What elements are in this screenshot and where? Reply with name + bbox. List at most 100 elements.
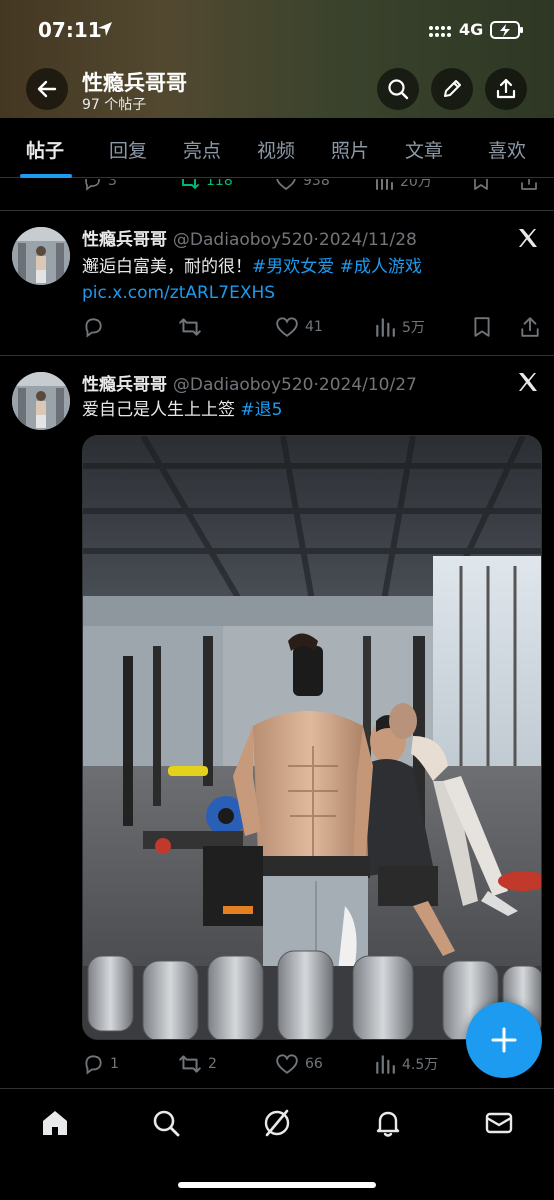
reply-count: 3	[108, 179, 117, 189]
status-time: 07:11	[38, 18, 102, 42]
active-tab-indicator	[20, 174, 72, 178]
repost-icon	[179, 318, 201, 336]
grok-icon[interactable]	[261, 1107, 293, 1139]
reply-button[interactable]: 1	[82, 1053, 119, 1075]
messages-envelope-icon[interactable]	[483, 1107, 515, 1139]
repost-count: 118	[206, 179, 233, 189]
reply-icon	[85, 179, 100, 191]
repost-button[interactable]	[178, 316, 208, 338]
author-name: 性瘾兵哥哥	[82, 375, 167, 395]
search-icon	[388, 79, 409, 100]
profile-header: 07:11 4G 性瘾兵哥哥 97 个帖子	[0, 0, 554, 118]
plus-icon	[491, 1027, 517, 1053]
tab-photos[interactable]: 照片	[331, 136, 369, 163]
reply-icon	[85, 318, 102, 338]
repost-button[interactable]: 118	[178, 179, 233, 191]
tab-videos[interactable]: 视频	[257, 136, 295, 163]
views-button[interactable]: 20万	[374, 179, 432, 191]
like-button[interactable]: 66	[275, 1053, 323, 1075]
views-button[interactable]: 5万	[374, 316, 425, 338]
arrow-left-icon	[37, 80, 57, 98]
like-count: 41	[305, 319, 323, 335]
post-count: 97 个帖子	[82, 97, 147, 113]
tab-highlights[interactable]: 亮点	[183, 136, 221, 163]
status-bar: 07:11 4G	[0, 0, 554, 62]
bookmark-button[interactable]	[471, 316, 493, 338]
like-count: 938	[303, 179, 330, 189]
views-count: 4.5万	[402, 1057, 439, 1073]
profile-name: 性瘾兵哥哥	[82, 71, 187, 95]
back-button[interactable]	[26, 68, 68, 110]
home-icon[interactable]	[39, 1107, 71, 1139]
author-handle: @Dadiaoboy520	[172, 375, 314, 395]
media-link[interactable]: pic.x.com/ztARL7EXHS	[82, 283, 275, 303]
share-button[interactable]	[485, 68, 527, 110]
views-count: 5万	[402, 320, 425, 336]
author-name: 性瘾兵哥哥	[82, 230, 167, 250]
post-actions: 41 5万	[82, 316, 542, 342]
hashtag-link[interactable]: #男欢女爱	[252, 257, 334, 277]
views-button[interactable]: 4.5万	[374, 1053, 438, 1075]
partial-post-actions: 3 118 938 20万	[82, 179, 542, 197]
cellular-signal-icon	[429, 26, 451, 37]
pencil-icon	[444, 80, 461, 97]
post-divider	[0, 355, 554, 356]
bookmark-icon	[474, 317, 490, 337]
share-post-button[interactable]	[519, 179, 539, 191]
tab-replies[interactable]: 回复	[109, 136, 147, 163]
heart-icon	[276, 1054, 298, 1074]
avatar[interactable]	[12, 372, 70, 430]
battery-charging-icon	[490, 21, 523, 39]
bookmark-button[interactable]	[471, 179, 491, 191]
share-icon	[521, 179, 537, 190]
post-text: 邂逅白富美，耐的很！#男欢女爱 #成人游戏 pic.x.com/ztARL7EX…	[82, 254, 532, 306]
reply-button[interactable]	[82, 316, 110, 338]
repost-count: 2	[208, 1056, 217, 1072]
post-author[interactable]: 性瘾兵哥哥 @Dadiaoboy520·2024/11/28	[82, 225, 417, 250]
tab-likes[interactable]: 喜欢	[488, 136, 526, 163]
views-count: 20万	[400, 179, 432, 190]
location-arrow-icon	[98, 22, 112, 36]
like-button[interactable]: 41	[275, 316, 323, 338]
reply-button[interactable]: 3	[82, 179, 117, 191]
compose-post-button[interactable]	[466, 1002, 542, 1078]
edit-button[interactable]	[431, 68, 473, 110]
post-photo[interactable]	[82, 435, 542, 1040]
search-button[interactable]	[377, 68, 419, 110]
like-button[interactable]: 938	[275, 179, 330, 191]
tab-articles[interactable]: 文章	[405, 136, 443, 163]
reply-count: 1	[110, 1056, 119, 1072]
heart-icon	[276, 179, 296, 191]
post-divider	[0, 210, 554, 211]
author-handle: @Dadiaoboy520	[172, 230, 314, 250]
repost-icon	[179, 1055, 201, 1073]
post-feed[interactable]: 3 118 938 20万 性瘾兵哥哥 @Dadiaoboy520·2024/1…	[0, 179, 554, 1088]
post-body: 邂逅白富美，耐的很！	[82, 257, 252, 277]
post-date: 2024/11/28	[318, 230, 417, 250]
repost-button[interactable]: 2	[178, 1053, 217, 1075]
reply-icon	[85, 1055, 102, 1075]
share-icon	[496, 78, 516, 99]
avatar[interactable]	[12, 227, 70, 285]
views-chart-icon	[376, 179, 393, 190]
views-chart-icon	[376, 1055, 395, 1074]
share-post-button[interactable]	[519, 316, 541, 338]
search-icon[interactable]	[150, 1107, 182, 1139]
heart-icon	[276, 317, 298, 337]
post-author[interactable]: 性瘾兵哥哥 @Dadiaoboy520·2024/10/27	[82, 370, 417, 395]
like-count: 66	[305, 1056, 323, 1072]
gym-mirror-selfie-image	[83, 436, 541, 1039]
home-indicator	[178, 1182, 376, 1188]
profile-nav: 性瘾兵哥哥 97 个帖子	[0, 62, 554, 116]
hashtag-link[interactable]: #成人游戏	[340, 257, 422, 277]
hashtag-link[interactable]: #退5	[240, 400, 282, 420]
avatar-image	[12, 372, 70, 430]
views-chart-icon	[376, 318, 395, 337]
notifications-bell-icon[interactable]	[372, 1107, 404, 1139]
tab-posts[interactable]: 帖子	[26, 136, 64, 163]
x-logo-icon	[519, 373, 537, 391]
share-icon	[521, 317, 539, 337]
network-type: 4G	[459, 20, 484, 39]
post-body: 爱自己是人生上上签	[82, 400, 235, 420]
post-text: 爱自己是人生上上签 #退5	[82, 397, 532, 423]
